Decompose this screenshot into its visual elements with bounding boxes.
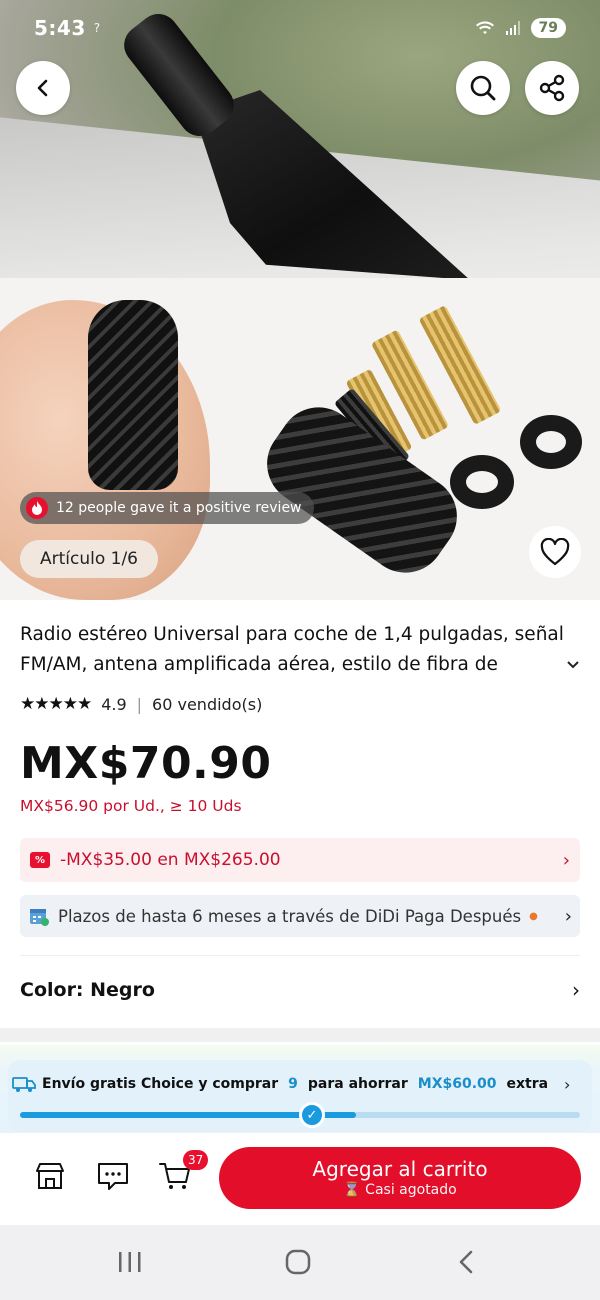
positive-review-badge: 12 people gave it a positive review xyxy=(20,492,314,524)
rating-value: 4.9 xyxy=(101,694,127,714)
washer xyxy=(520,415,582,469)
shipping-suffix: extra xyxy=(506,1076,549,1092)
check-icon: ✓ xyxy=(299,1102,325,1128)
back-button[interactable] xyxy=(16,61,70,115)
share-icon xyxy=(539,74,565,102)
stock-note-text: Casi agotado xyxy=(365,1182,457,1198)
product-price: MX$70.90 xyxy=(20,738,272,789)
add-to-cart-label: Agregar al carrito xyxy=(312,1157,488,1181)
chevron-left-icon xyxy=(37,79,48,97)
review-text: 12 people gave it a positive review xyxy=(56,500,302,516)
status-time: 5:43 xyxy=(34,16,86,40)
chevron-right-icon: › xyxy=(572,978,580,1002)
color-selector[interactable]: Color: Negro › xyxy=(20,978,580,1002)
store-icon xyxy=(36,1163,64,1189)
installment-offer[interactable]: Plazos de hasta 6 meses a través de DiDi… xyxy=(20,895,580,937)
share-button[interactable] xyxy=(525,61,579,115)
coupon-text: -MX$35.00 en MX$265.00 xyxy=(60,850,281,870)
coupon-icon: % xyxy=(30,852,50,868)
home-button[interactable] xyxy=(278,1245,318,1279)
coupon-promo[interactable]: % -MX$35.00 en MX$265.00 › xyxy=(20,838,580,882)
recent-apps-button[interactable] xyxy=(110,1245,150,1279)
status-icons: 79 xyxy=(475,18,566,38)
chevron-right-icon[interactable]: › xyxy=(564,1075,570,1094)
nav-back-button[interactable] xyxy=(446,1245,486,1279)
product-title-text: Radio estéreo Universal para coche de 1,… xyxy=(20,624,564,675)
section-divider xyxy=(0,1028,600,1042)
calendar-icon xyxy=(30,909,49,926)
product-title[interactable]: Radio estéreo Universal para coche de 1,… xyxy=(20,620,580,680)
add-to-cart-button[interactable]: Agregar al carrito ⌛ Casi agotado xyxy=(219,1147,581,1209)
shipping-middle: para ahorrar xyxy=(307,1076,408,1092)
expand-title[interactable] xyxy=(520,650,580,680)
rating-divider: | xyxy=(136,694,143,714)
search-icon xyxy=(470,75,496,101)
stock-note: ⌛ Casi agotado xyxy=(343,1181,456,1199)
chevron-right-icon: › xyxy=(564,905,572,927)
shipping-count: 9 xyxy=(288,1076,298,1092)
fire-icon xyxy=(26,497,48,519)
image-counter: Artículo 1/6 xyxy=(20,540,158,578)
back-arrow-icon xyxy=(459,1250,473,1274)
shipping-amount: MX$60.00 xyxy=(417,1076,497,1092)
home-icon xyxy=(285,1249,311,1275)
chat-button[interactable] xyxy=(95,1158,131,1194)
rating-row[interactable]: ★★★★★ 4.9 | 60 vendido(s) xyxy=(20,694,262,714)
color-label: Color: Negro xyxy=(20,979,155,1001)
wifi-icon xyxy=(475,21,494,34)
recent-apps-icon xyxy=(119,1252,141,1272)
antenna-piece xyxy=(88,300,178,490)
installment-text: Plazos de hasta 6 meses a través de DiDi… xyxy=(58,906,522,926)
chevron-down-icon xyxy=(567,661,579,669)
search-button[interactable] xyxy=(456,61,510,115)
store-button[interactable] xyxy=(32,1158,68,1194)
cart-count-badge: 37 xyxy=(183,1150,209,1170)
chat-icon xyxy=(98,1163,128,1190)
heart-icon xyxy=(540,538,570,566)
sold-count: 60 vendido(s) xyxy=(152,694,263,714)
signal-icon xyxy=(505,21,520,35)
shipping-message: Envío gratis Choice y comprar 9 para aho… xyxy=(12,1075,548,1093)
divider xyxy=(20,955,580,956)
status-unknown-icon: ? xyxy=(93,21,101,35)
hourglass-icon: ⌛ xyxy=(343,1182,361,1198)
status-bar: 5:43 ? 79 xyxy=(0,0,600,56)
rating-stars-icon: ★★★★★ xyxy=(20,694,92,714)
wishlist-button[interactable] xyxy=(529,526,581,578)
bulk-price: MX$56.90 por Ud., ≥ 10 Uds xyxy=(20,797,242,815)
washer xyxy=(450,455,514,509)
truck-icon xyxy=(12,1077,36,1092)
shipping-prefix: Envío gratis Choice y comprar xyxy=(42,1076,279,1092)
chevron-right-icon: › xyxy=(562,849,570,871)
separator-dot: ● xyxy=(529,910,538,922)
battery-indicator: 79 xyxy=(530,18,566,38)
